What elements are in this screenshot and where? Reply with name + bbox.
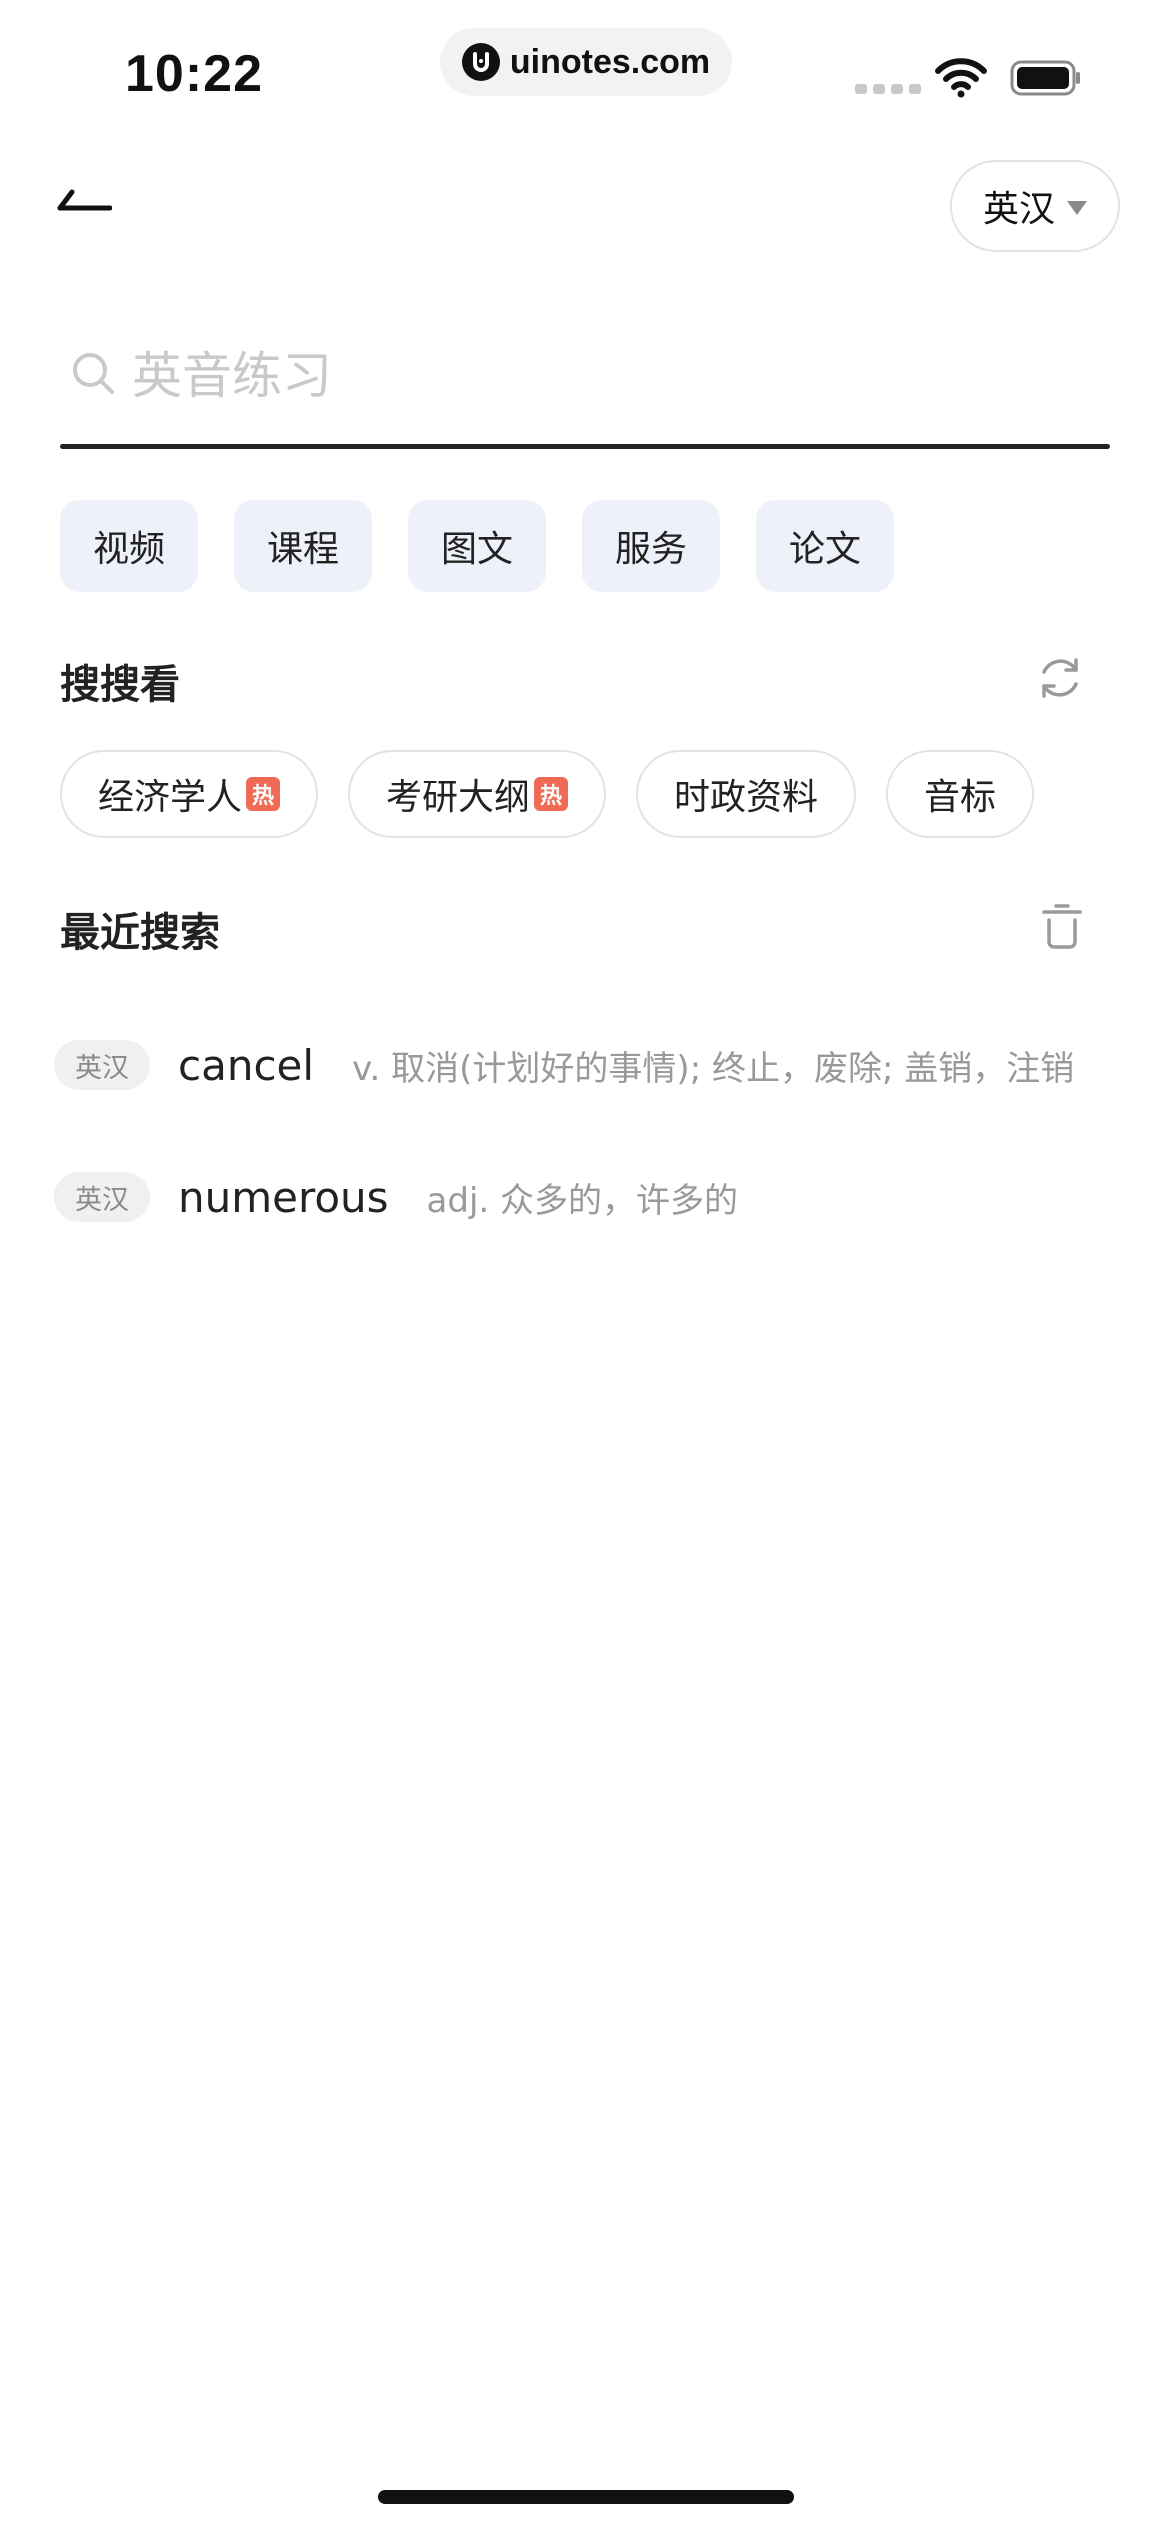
status-time: 10:22 xyxy=(125,45,263,103)
hot-badge: 热 xyxy=(534,777,569,811)
category-chip-service[interactable]: 服务 xyxy=(582,500,720,592)
recent-section-title: 最近搜索 xyxy=(60,910,220,956)
category-chips: 视频 课程 图文 服务 论文 xyxy=(60,500,894,592)
suggestion-chip-label: 经济学人 xyxy=(98,777,243,818)
back-arrow-icon[interactable] xyxy=(56,186,113,218)
battery-icon xyxy=(1010,60,1082,100)
dictionary-tag: 英汉 xyxy=(54,1172,150,1222)
entry-definition: v. 取消(计划好的事情); 终止，废除; 盖销，注销 xyxy=(352,1048,1075,1089)
hot-badge: 热 xyxy=(246,777,281,811)
category-chip-article[interactable]: 图文 xyxy=(408,500,546,592)
dictionary-tag: 英汉 xyxy=(54,1040,150,1090)
language-selector-label: 英汉 xyxy=(982,189,1055,230)
site-logo-icon xyxy=(461,43,500,81)
category-chip-course[interactable]: 课程 xyxy=(234,500,372,592)
suggestion-chip[interactable]: 经济学人 热 xyxy=(60,750,319,838)
language-selector[interactable]: 英汉 xyxy=(950,160,1120,252)
trash-icon[interactable] xyxy=(1040,902,1084,954)
wifi-icon xyxy=(935,58,987,102)
url-text: uinotes.com xyxy=(509,42,711,81)
url-bar[interactable]: uinotes.com xyxy=(440,28,732,96)
recent-search-item[interactable]: 英汉 cancel v. 取消(计划好的事情); 终止，废除; 盖销，注销 xyxy=(54,1020,1114,1110)
refresh-icon[interactable] xyxy=(1036,654,1084,706)
signal-icon xyxy=(855,84,921,94)
home-indicator xyxy=(378,2490,794,2504)
suggestion-chip-label: 时政资料 xyxy=(674,777,819,818)
entry-definition: adj. 众多的，许多的 xyxy=(426,1180,739,1221)
search-icon xyxy=(70,350,116,400)
category-chip-video[interactable]: 视频 xyxy=(60,500,198,592)
recent-search-item[interactable]: 英汉 numerous adj. 众多的，许多的 xyxy=(54,1152,1114,1242)
suggest-section-title: 搜搜看 xyxy=(60,662,180,708)
suggestion-chip[interactable]: 时政资料 xyxy=(636,750,857,838)
caret-down-icon xyxy=(1067,201,1087,215)
entry-word: cancel xyxy=(178,1040,315,1090)
entry-word: numerous xyxy=(178,1172,389,1222)
suggestion-chip[interactable]: 考研大纲 热 xyxy=(348,750,607,838)
search-underline xyxy=(60,444,1110,449)
suggestion-chip-label: 音标 xyxy=(924,777,997,818)
suggestion-chip-label: 考研大纲 xyxy=(386,777,531,818)
search-input[interactable] xyxy=(132,336,1092,416)
suggestion-chips: 经济学人 热 考研大纲 热 时政资料 音标 xyxy=(60,750,1035,838)
category-chip-paper[interactable]: 论文 xyxy=(756,500,894,592)
suggestion-chip[interactable]: 音标 xyxy=(886,750,1035,838)
